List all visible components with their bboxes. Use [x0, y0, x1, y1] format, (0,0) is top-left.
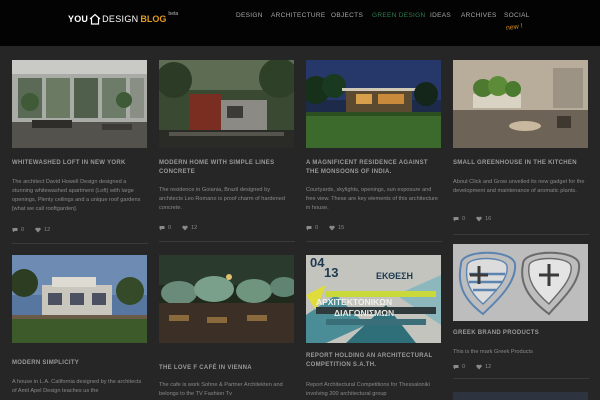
- post-title[interactable]: A MAGNIFICENT RESIDENCE AGAINST THE MONS…: [306, 159, 440, 176]
- card-divider: [306, 241, 442, 242]
- post-excerpt: Courtyards, skylights, openings, sun exp…: [306, 187, 439, 211]
- comment-bubble-icon: [159, 226, 165, 231]
- post-card[interactable]: 04 13 ΕΚΘΕΣΗ ΑΡΧΙΤΕΚΤΟΝΙΚΩΝ ΔΙΑΓΩΝΙΣΜΩΝ: [306, 255, 442, 343]
- post-title[interactable]: WHITEWASHED LOFT IN NEW YORK: [12, 159, 146, 168]
- card-divider: [12, 243, 148, 244]
- poster-number-top: 04: [310, 255, 325, 270]
- post-card[interactable]: [159, 60, 295, 148]
- heart-icon[interactable]: [476, 364, 482, 370]
- nav-design[interactable]: DESIGN: [236, 12, 263, 19]
- post-meta: 0 12: [12, 227, 50, 233]
- post-excerpt: The cafe is work Sohne & Partner Archite…: [159, 382, 283, 397]
- post-thumbnail-greenhouse[interactable]: [453, 60, 588, 148]
- nav-ideas[interactable]: IDEAS: [430, 12, 451, 19]
- post-excerpt: About Click and Grow unveiled its new ga…: [453, 179, 585, 194]
- post-title[interactable]: REPORT HOLDING AN ARCHITECTURAL COMPETIT…: [306, 352, 440, 369]
- comment-count: 0: [315, 225, 319, 231]
- logo-blog-text: BLOG: [140, 14, 167, 24]
- like-count: 12: [44, 227, 51, 233]
- post-title[interactable]: MODERN SIMPLICITY: [12, 359, 146, 368]
- nav-architecture[interactable]: ARCHITECTURE: [271, 12, 326, 19]
- post-meta: 0 12: [453, 364, 491, 370]
- comment-count: 0: [462, 216, 466, 222]
- heart-icon[interactable]: [35, 227, 41, 233]
- post-card[interactable]: [12, 60, 148, 148]
- post-title[interactable]: SMALL GREENHOUSE IN THE KITCHEN: [453, 159, 587, 168]
- poster-word-1: ΕΚΘΕΣΗ: [376, 271, 413, 281]
- heart-icon[interactable]: [329, 225, 335, 231]
- post-meta: 0 12: [159, 225, 197, 231]
- like-count: 12: [191, 225, 198, 231]
- post-meta: 0 15: [306, 225, 344, 231]
- nav-social[interactable]: SOCIAL: [504, 12, 530, 19]
- house-outline-icon: [89, 13, 101, 25]
- logo-you-text: YOU: [68, 14, 89, 24]
- poster-number-bottom: 13: [324, 265, 339, 280]
- top-navigation-bar: YOU DESIGN BLOG beta DESIGN ARCHITECTURE…: [0, 0, 600, 46]
- poster-word-2: ΑΡΧΙΤΕΚΤΟΝΙΚΩΝ: [316, 297, 393, 307]
- nav-archives[interactable]: ARCHIVES: [461, 12, 497, 19]
- post-thumbnail-modern-simplicity[interactable]: [12, 255, 147, 343]
- post-card[interactable]: [306, 60, 442, 148]
- post-title[interactable]: GREEK BRAND PRODUCTS: [453, 329, 587, 338]
- nav-green-design[interactable]: GREEN DESIGN: [372, 12, 425, 19]
- comment-bubble-icon: [453, 217, 459, 222]
- post-card[interactable]: [453, 60, 589, 148]
- like-count: 15: [338, 225, 345, 231]
- post-thumbnail-concrete-home[interactable]: [159, 60, 294, 148]
- heart-icon[interactable]: [182, 225, 188, 231]
- post-card[interactable]: [159, 255, 295, 343]
- like-count: 12: [485, 364, 492, 370]
- post-meta: 0 16: [453, 216, 491, 222]
- comment-count: 0: [21, 227, 25, 233]
- post-excerpt: Report Architectural Competitions for Th…: [306, 382, 430, 397]
- comment-bubble-icon: [306, 226, 312, 231]
- card-divider: [159, 241, 295, 242]
- card-divider: [453, 378, 589, 379]
- logo-design-text: DESIGN: [102, 14, 139, 24]
- post-excerpt: The architect David Howell Design design…: [12, 179, 141, 212]
- comment-count: 0: [462, 364, 466, 370]
- next-post-thumbnail-edge[interactable]: [453, 392, 588, 400]
- new-badge: new !: [505, 22, 524, 33]
- comment-count: 0: [168, 225, 172, 231]
- post-thumbnail-india-residence[interactable]: [306, 60, 441, 148]
- post-excerpt: A house in L.A. California designed by t…: [12, 379, 142, 394]
- like-count: 16: [485, 216, 492, 222]
- post-thumbnail-love-f-cafe[interactable]: [159, 255, 294, 343]
- card-divider: [453, 234, 589, 235]
- site-logo[interactable]: YOU DESIGN BLOG beta: [68, 11, 178, 27]
- post-excerpt: The residence in Goiania, Brazil designe…: [159, 187, 285, 211]
- post-excerpt: This is the mark Greek Products: [453, 349, 533, 355]
- post-thumbnail-loft[interactable]: [12, 60, 147, 148]
- poster-word-3: ΔΙΑΓΩΝΙΣΜΩΝ: [334, 308, 395, 318]
- post-title[interactable]: THE LOVE F CAFÉ IN VIENNA: [159, 364, 293, 373]
- post-card[interactable]: [453, 244, 589, 321]
- logo-beta-badge: beta: [168, 11, 179, 17]
- post-title[interactable]: MODERN HOME WITH SIMPLE LINES CONCRETE: [159, 159, 293, 176]
- post-thumbnail-competition-poster[interactable]: 04 13 ΕΚΘΕΣΗ ΑΡΧΙΤΕΚΤΟΝΙΚΩΝ ΔΙΑΓΩΝΙΣΜΩΝ: [306, 255, 441, 343]
- comment-bubble-icon: [453, 365, 459, 370]
- post-thumbnail-greek-brand[interactable]: [453, 244, 588, 321]
- nav-objects[interactable]: OBJECTS: [331, 12, 363, 19]
- post-card[interactable]: [12, 255, 148, 343]
- heart-icon[interactable]: [476, 216, 482, 222]
- comment-bubble-icon: [12, 228, 18, 233]
